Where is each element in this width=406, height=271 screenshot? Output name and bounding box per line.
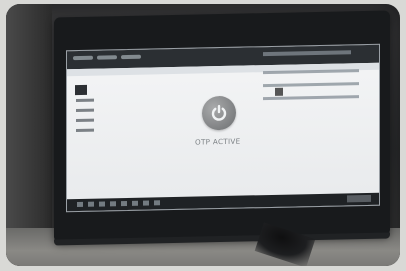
browser-tabs — [73, 54, 141, 61]
qr-icon — [275, 87, 283, 96]
taskbar-icon[interactable] — [99, 201, 105, 207]
power-symbol-icon — [211, 104, 227, 121]
taskbar-icon[interactable] — [143, 200, 149, 206]
browser-tab[interactable] — [73, 55, 93, 61]
monitor: OTP ACTIVE — [54, 10, 390, 246]
taskbar-icons — [77, 200, 160, 208]
taskbar-icon[interactable] — [88, 201, 94, 207]
photo: OTP ACTIVE — [6, 4, 400, 266]
status-text: OTP ACTIVE — [195, 136, 241, 147]
sidebar-item[interactable] — [76, 98, 94, 103]
logo-icon — [75, 84, 87, 96]
taskbar-icon[interactable] — [77, 201, 83, 208]
taskbar — [67, 192, 379, 212]
sidebar-item[interactable] — [76, 108, 94, 113]
right-panel-line — [263, 69, 359, 75]
taskbar-icon[interactable] — [154, 200, 160, 206]
sidebar-list — [76, 98, 94, 133]
taskbar-icon[interactable] — [110, 201, 116, 207]
taskbar-icon[interactable] — [132, 200, 138, 206]
clock — [347, 194, 371, 203]
browser-tab[interactable] — [97, 55, 117, 60]
taskbar-icon[interactable] — [121, 200, 127, 207]
power-icon[interactable] — [202, 95, 236, 131]
sidebar-item[interactable] — [76, 128, 94, 133]
sidebar-item[interactable] — [76, 118, 94, 123]
screen: OTP ACTIVE — [66, 43, 380, 213]
browser-tab[interactable] — [121, 54, 141, 60]
right-panel-line — [263, 95, 359, 101]
wall-left — [6, 4, 52, 266]
right-panel-line — [263, 82, 359, 88]
